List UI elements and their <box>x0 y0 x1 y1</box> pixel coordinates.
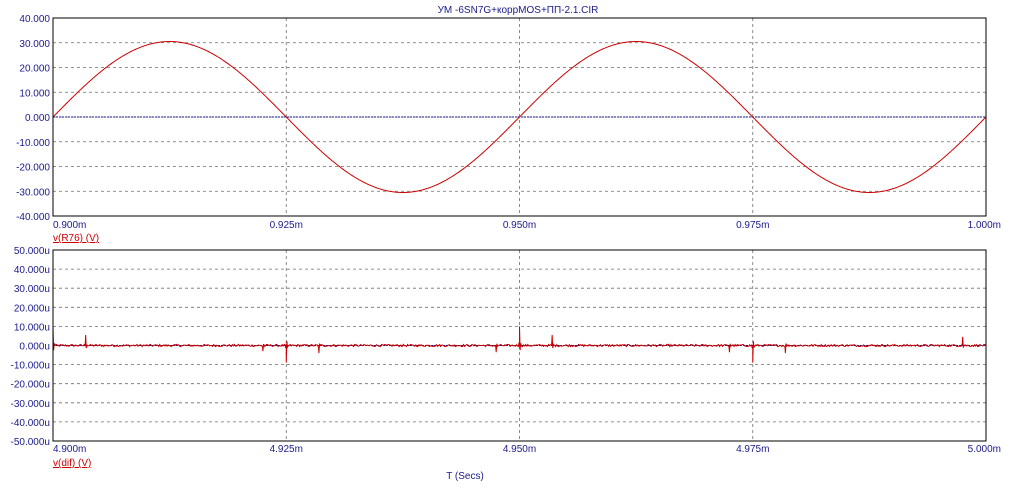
y-tick-label: -50.000u <box>11 437 50 448</box>
y-tick-label: 0.000u <box>19 342 50 353</box>
y-tick-label: -30.000 <box>16 187 50 198</box>
y-tick-label: 0.000 <box>25 113 50 124</box>
x-tick-label: 4.950m <box>503 444 536 455</box>
y-tick-label: 10.000u <box>14 322 50 333</box>
y-tick-label: 40.000u <box>14 265 50 276</box>
plot-title: УМ -6SN7G+коррMOS+ПП-2.1.CIR <box>438 5 599 16</box>
y-tick-label: -10.000 <box>16 138 50 149</box>
y-tick-label: 40.000 <box>19 14 50 25</box>
y-tick-label: 10.000 <box>19 88 50 99</box>
analysis-plot-window: УМ -6SN7G+коррMOS+ПП-2.1.CIR 40.000 30.00… <box>11 5 1001 482</box>
y-tick-label: 30.000u <box>14 284 50 295</box>
y-tick-label: -10.000u <box>11 361 50 372</box>
x-tick-label: 1.000m <box>968 220 1001 231</box>
y-tick-label: 20.000u <box>14 303 50 314</box>
y-tick-label: -40.000u <box>11 418 50 429</box>
lower-plot-v-dif[interactable]: 50.000u 40.000u 30.000u 20.000u 10.000u 0.000… <box>11 246 1001 469</box>
y-tick-label: 30.000 <box>19 39 50 50</box>
x-tick-label: 4.975m <box>736 444 769 455</box>
x-tick-label: 0.975m <box>736 220 769 231</box>
x-axis-title: T (Secs) <box>446 471 484 482</box>
series-label[interactable]: v(R76) (V) <box>53 233 99 244</box>
y-tick-label: -20.000 <box>16 163 50 174</box>
y-tick-label: 50.000u <box>14 246 50 257</box>
x-tick-label: 4.925m <box>270 444 303 455</box>
x-tick-label: 4.900m <box>53 444 86 455</box>
y-tick-label: -30.000u <box>11 399 50 410</box>
series-label[interactable]: v(dif) (V) <box>53 458 91 469</box>
x-tick-label: 5.000m <box>968 444 1001 455</box>
y-tick-label: 20.000 <box>19 64 50 75</box>
y-tick-label: -20.000u <box>11 380 50 391</box>
x-tick-label: 0.900m <box>53 220 86 231</box>
x-tick-label: 0.950m <box>503 220 536 231</box>
x-tick-label: 0.925m <box>270 220 303 231</box>
upper-plot-v-r76[interactable]: 40.000 30.000 20.000 10.000 0.000 -10.000 -20.… <box>16 14 1001 244</box>
series-trace <box>52 326 987 363</box>
y-tick-label: -40.000 <box>16 212 50 223</box>
